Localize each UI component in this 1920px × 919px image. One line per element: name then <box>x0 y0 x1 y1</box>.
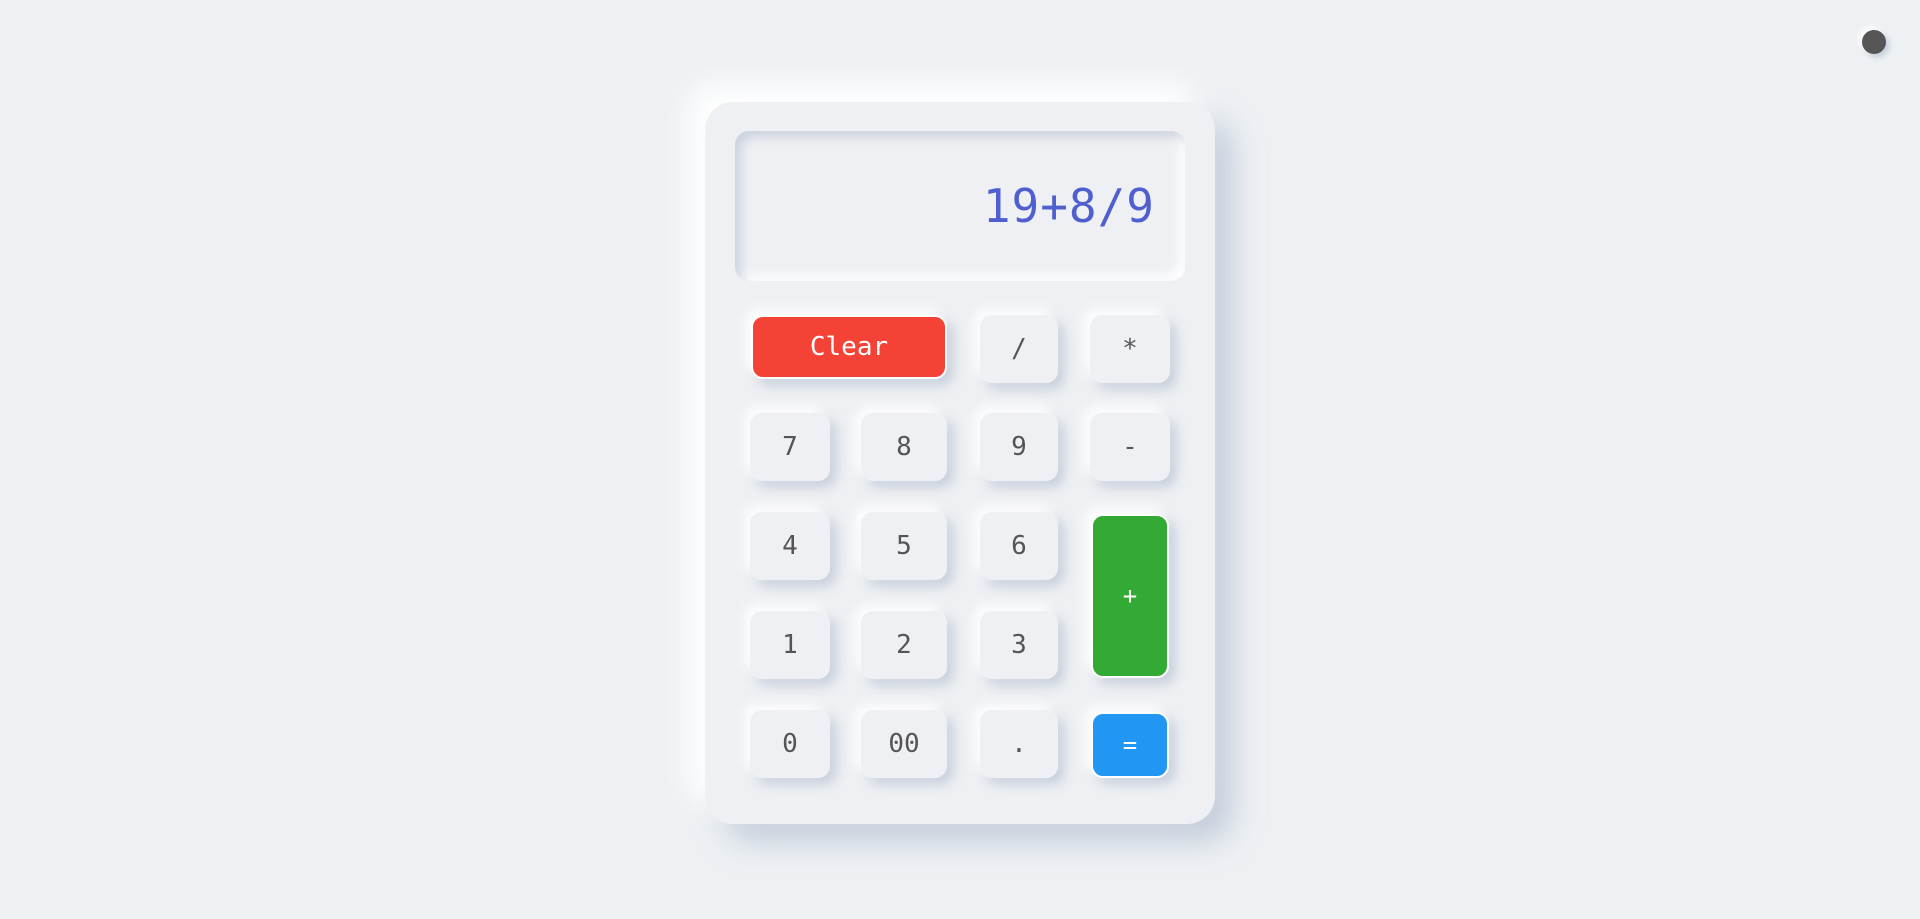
multiply-button[interactable]: * <box>1090 315 1170 383</box>
divide-button[interactable]: / <box>980 315 1058 383</box>
digit-6-button[interactable]: 6 <box>980 512 1058 580</box>
double-zero-button[interactable]: 00 <box>861 710 947 778</box>
digit-8-button[interactable]: 8 <box>861 413 947 481</box>
calculator-display: 19+8/9 <box>735 131 1185 281</box>
digit-4-button[interactable]: 4 <box>750 512 830 580</box>
decimal-button[interactable]: . <box>980 710 1058 778</box>
digit-5-button[interactable]: 5 <box>861 512 947 580</box>
display-expression: 19+8/9 <box>982 179 1155 233</box>
digit-9-button[interactable]: 9 <box>980 413 1058 481</box>
theme-toggle-icon[interactable] <box>1862 30 1886 54</box>
plus-button[interactable]: + <box>1091 514 1169 678</box>
digit-1-button[interactable]: 1 <box>750 611 830 679</box>
digit-0-button[interactable]: 0 <box>750 710 830 778</box>
digit-3-button[interactable]: 3 <box>980 611 1058 679</box>
calculator: 19+8/9 Clear / * 7 8 9 - 4 5 6 + 1 2 3 0… <box>705 102 1215 824</box>
digit-2-button[interactable]: 2 <box>861 611 947 679</box>
minus-button[interactable]: - <box>1090 413 1170 481</box>
clear-button[interactable]: Clear <box>751 315 947 379</box>
equals-button[interactable]: = <box>1091 712 1169 778</box>
digit-7-button[interactable]: 7 <box>750 413 830 481</box>
